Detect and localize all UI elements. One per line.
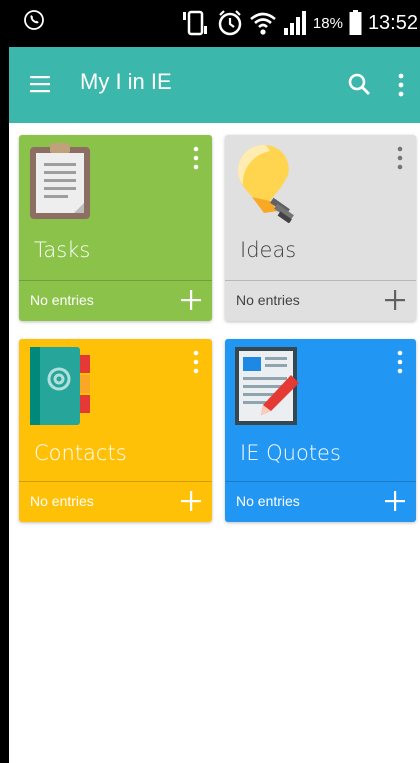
- card-entries-text: No entries: [236, 493, 300, 509]
- card-footer: No entries: [19, 280, 212, 321]
- viber-icon: [24, 10, 44, 30]
- search-icon[interactable]: [346, 71, 372, 97]
- card-entries-text: No entries: [30, 493, 94, 509]
- card-menu-icon[interactable]: [396, 350, 404, 374]
- alarm-icon: [218, 10, 242, 36]
- overflow-menu-icon[interactable]: [394, 71, 408, 99]
- card-menu-icon[interactable]: [192, 350, 200, 374]
- card-tasks[interactable]: Tasks No entries: [19, 135, 212, 321]
- card-entries-text: No entries: [30, 292, 94, 308]
- add-icon[interactable]: [384, 289, 406, 311]
- vibrate-icon: [182, 10, 207, 36]
- signal-icon: [283, 11, 306, 35]
- card-footer: No entries: [225, 481, 416, 522]
- add-icon[interactable]: [180, 289, 202, 311]
- battery-percent: 18%: [312, 14, 343, 32]
- card-title: IE Quotes: [240, 441, 341, 465]
- clipboard-icon: [30, 143, 90, 219]
- card-title: Contacts: [34, 441, 127, 465]
- card-menu-icon[interactable]: [192, 146, 200, 170]
- status-icons: 18% 13:52: [181, 6, 420, 40]
- card-ideas[interactable]: Ideas No entries: [225, 135, 416, 321]
- battery-icon: [349, 10, 362, 35]
- status-time: 13:52: [367, 11, 418, 34]
- add-icon[interactable]: [384, 490, 406, 512]
- status-bar: 18% 13:52: [9, 0, 420, 47]
- card-entries-text: No entries: [236, 292, 300, 308]
- address-book-icon: [30, 347, 90, 425]
- lightbulb-icon: [238, 145, 294, 223]
- app-title: My I in IE: [80, 69, 172, 94]
- card-title: Ideas: [240, 238, 297, 262]
- add-icon[interactable]: [180, 490, 202, 512]
- card-footer: No entries: [225, 280, 416, 321]
- app-screen: 18% 13:52 My I in IE Tasks No entries Id…: [9, 0, 420, 763]
- card-title: Tasks: [34, 238, 91, 262]
- card-ie-quotes[interactable]: IE Quotes No entries: [225, 339, 416, 522]
- wifi-icon: [250, 12, 276, 35]
- card-menu-icon[interactable]: [396, 146, 404, 170]
- card-contacts[interactable]: Contacts No entries: [19, 339, 212, 522]
- app-bar: My I in IE: [9, 47, 420, 123]
- hamburger-menu-icon[interactable]: [29, 73, 51, 95]
- document-pen-icon: [235, 347, 299, 425]
- card-footer: No entries: [19, 481, 212, 522]
